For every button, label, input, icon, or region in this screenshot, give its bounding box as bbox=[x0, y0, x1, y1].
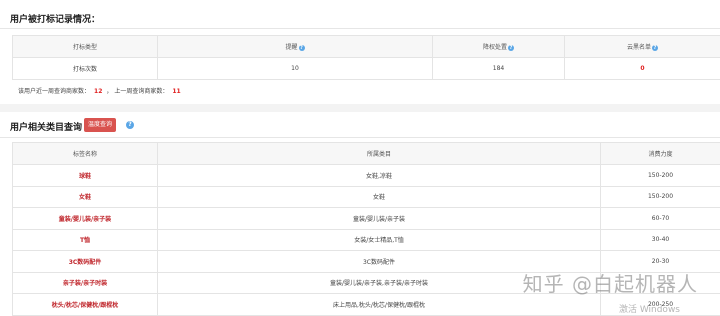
power-cell: 30-40 bbox=[600, 228, 720, 251]
stats-data-row: 打标次数 10 184 0 bbox=[12, 57, 720, 80]
question-circle-icon[interactable]: ? bbox=[652, 44, 658, 51]
stats-header-blacklist: 云黑名单? bbox=[564, 35, 720, 58]
stats-cell-remind: 10 bbox=[157, 57, 433, 80]
query-button[interactable]: 温度查询 bbox=[84, 118, 116, 132]
question-circle-icon[interactable]: ? bbox=[298, 44, 305, 51]
windows-activation-text: 激活 Windows bbox=[618, 305, 680, 315]
tag-name-cell[interactable]: T恤 bbox=[12, 228, 158, 251]
power-cell: 150-200 bbox=[600, 185, 720, 208]
table-row: T恤 女装/女士精品,T恤 30-40 bbox=[12, 228, 720, 251]
tag-name-cell[interactable]: 3C数码配件 bbox=[12, 250, 158, 273]
stats-title-divider bbox=[0, 28, 720, 29]
stats-panel: 用户被打标记录情况： 打标类型 提醒? 降权处置? 云黑名单? 打标次数 10 … bbox=[0, 0, 720, 104]
stats-header-type: 打标类型 bbox=[12, 35, 158, 58]
question-circle-icon[interactable]: ? bbox=[126, 121, 134, 129]
category-section-title: 用户相关类目查询 bbox=[10, 123, 83, 133]
category-cell: 女鞋,凉鞋 bbox=[157, 164, 601, 187]
summary-value-prev-week: 11 bbox=[172, 88, 181, 95]
watermark-text: 知乎 @白起机器人 bbox=[522, 272, 698, 296]
category-header-power: 消费力度 bbox=[600, 142, 720, 165]
summary-label-week: 该用户近一周查询商家数： bbox=[18, 88, 91, 95]
stats-cell-blacklist: 0 bbox=[564, 57, 720, 80]
tag-name-cell[interactable]: 童装/婴儿装/亲子装 bbox=[12, 207, 158, 230]
category-header-category: 所属类目 bbox=[157, 142, 601, 165]
tag-name-cell[interactable]: 女鞋 bbox=[12, 185, 158, 208]
tag-name-cell[interactable]: 亲子装/亲子时装 bbox=[12, 271, 158, 294]
table-row: 童装/婴儿装/亲子装 童装/婴儿装/亲子装 60-70 bbox=[12, 207, 720, 230]
category-cell: 童装/婴儿装/亲子装 bbox=[157, 207, 601, 230]
stats-header-demote: 降权处置? bbox=[432, 35, 565, 58]
category-cell: 女鞋 bbox=[157, 185, 601, 208]
summary-value-week: 12 bbox=[94, 88, 103, 95]
tag-name-cell[interactable]: 枕头/枕芯/保健枕/跟棍枕 bbox=[12, 293, 158, 316]
power-cell: 60-70 bbox=[600, 207, 720, 230]
stats-header-remind: 提醒? bbox=[157, 35, 433, 58]
category-header-row: 标签名称 所属类目 消费力度 bbox=[12, 142, 720, 165]
stats-section-title: 用户被打标记录情况： bbox=[10, 15, 101, 25]
question-circle-icon[interactable]: ? bbox=[508, 44, 514, 51]
query-summary: 该用户近一周查询商家数： 12， 上一周查询商家数： 11 bbox=[18, 86, 185, 95]
tag-name-cell[interactable]: 球鞋 bbox=[12, 164, 158, 187]
category-cell: 女装/女士精品,T恤 bbox=[157, 228, 601, 251]
stats-table: 打标类型 提醒? 降权处置? 云黑名单? 打标次数 10 184 0 bbox=[12, 35, 720, 80]
table-row: 球鞋 女鞋,凉鞋 150-200 bbox=[12, 164, 720, 187]
summary-separator: ， bbox=[106, 88, 113, 95]
power-cell: 150-200 bbox=[600, 164, 720, 187]
stats-cell-type: 打标次数 bbox=[12, 57, 158, 80]
category-header-name: 标签名称 bbox=[12, 142, 158, 165]
category-title-divider bbox=[0, 137, 720, 138]
stats-header-row: 打标类型 提醒? 降权处置? 云黑名单? bbox=[12, 35, 720, 58]
summary-label-prev-week: 上一周查询商家数： bbox=[114, 88, 169, 95]
table-row: 女鞋 女鞋 150-200 bbox=[12, 185, 720, 208]
stats-cell-demote: 184 bbox=[432, 57, 565, 80]
